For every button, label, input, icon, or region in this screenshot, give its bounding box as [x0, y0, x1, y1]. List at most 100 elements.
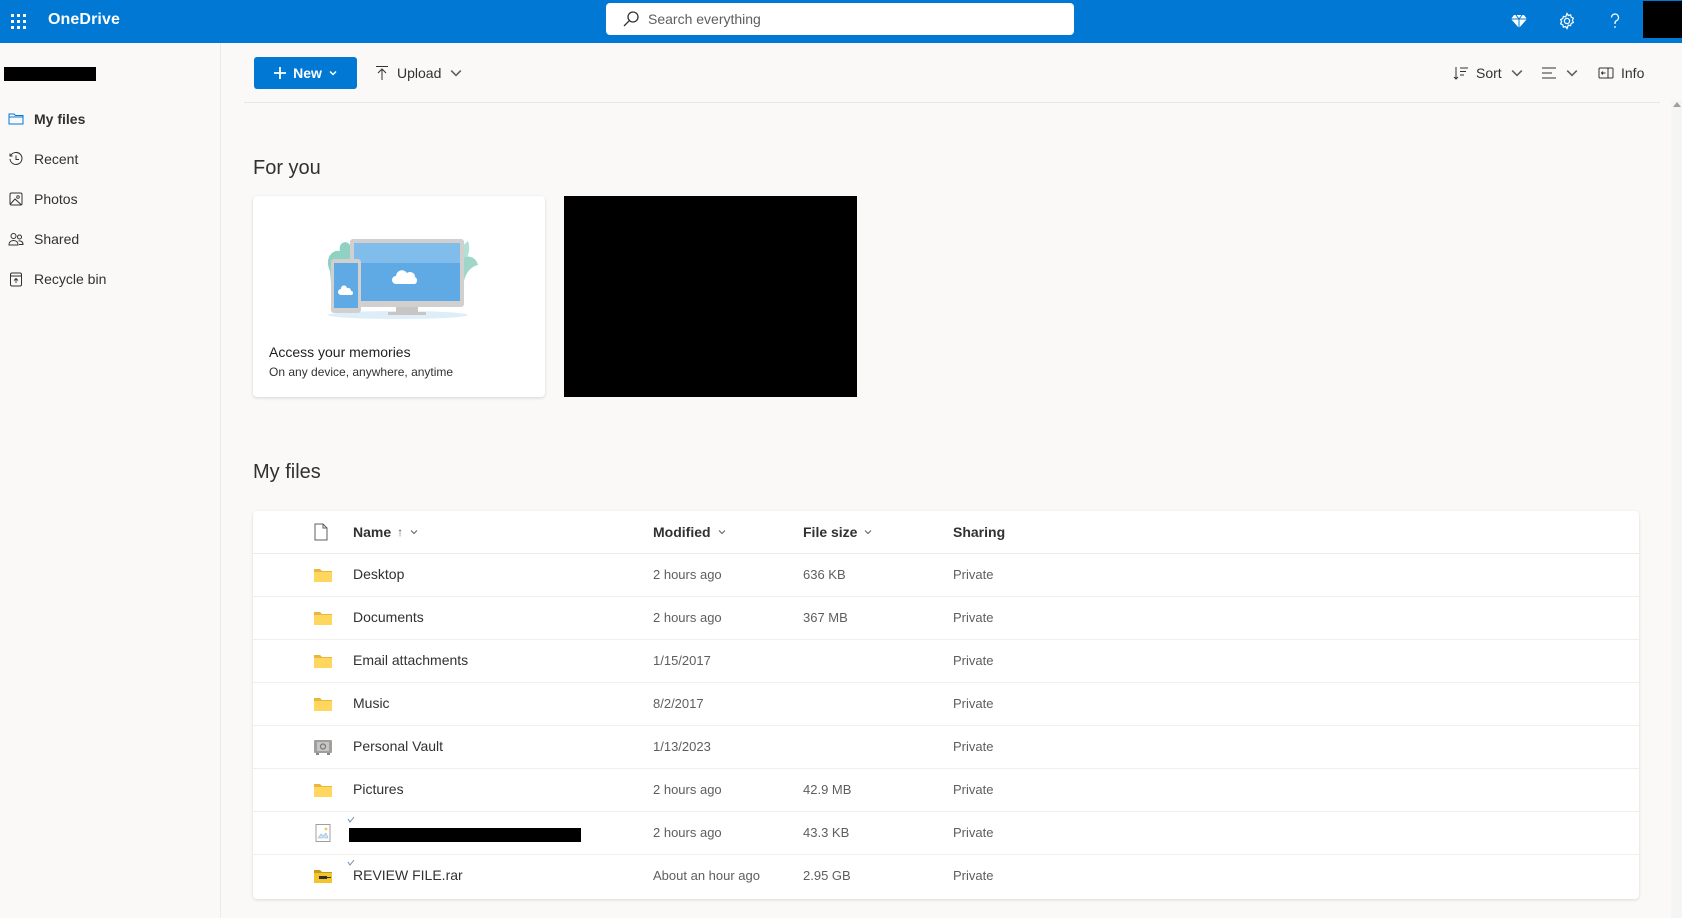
new-button[interactable]: New [254, 57, 357, 89]
sort-button[interactable]: Sort [1453, 57, 1525, 89]
sharing-status: Private [953, 653, 994, 668]
file-name[interactable]: Personal Vault [353, 738, 443, 754]
table-row[interactable]: Email attachments 1/15/2017 Private [253, 640, 1639, 683]
table-row[interactable]: REVIEW FILE.rar About an hour ago 2.95 GB P… [253, 855, 1639, 898]
chevron-down-icon [718, 530, 725, 535]
column-header-file-size[interactable]: File size [803, 524, 873, 540]
folder-icon [314, 655, 332, 668]
file-name[interactable]: Music [353, 695, 390, 711]
upload-button[interactable]: Upload [374, 57, 464, 89]
modified-date: About an hour ago [653, 868, 760, 883]
sync-status-icon [347, 859, 355, 866]
scroll-up-arrow-icon[interactable] [1673, 102, 1681, 107]
sharing-status: Private [953, 567, 994, 582]
sharing-status: Private [953, 739, 994, 754]
list-view-icon [1542, 67, 1556, 79]
sidebar-item-label: Photos [34, 191, 78, 207]
file-size: 636 KB [803, 567, 846, 582]
chevron-down-icon [1511, 70, 1523, 77]
file-name[interactable]: Pictures [353, 781, 404, 797]
modified-date: 2 hours ago [653, 610, 722, 625]
chevron-down-icon [1566, 70, 1578, 77]
file-name[interactable]: REVIEW FILE.rar [353, 867, 463, 883]
sidebar-item-label: My files [34, 111, 86, 127]
chevron-down-icon [865, 530, 872, 535]
sidebar-item-label: Shared [34, 231, 80, 247]
command-bar-divider [244, 102, 1660, 103]
column-header-modified[interactable]: Modified [653, 524, 727, 540]
table-row[interactable]: 2 hours ago 43.3 KB Private [253, 812, 1639, 855]
vertical-scrollbar[interactable] [1671, 100, 1682, 918]
search-input[interactable] [648, 11, 1048, 27]
modified-date: 2 hours ago [653, 567, 722, 582]
sharing-status: Private [953, 868, 994, 883]
files-table: Name ↑ Modified File size Sharing Deskto… [253, 511, 1639, 899]
info-button[interactable]: Info [1598, 57, 1644, 89]
photo-icon [9, 192, 23, 206]
sidebar-item-recent[interactable]: Recent [0, 141, 220, 177]
clock-icon [9, 152, 23, 165]
column-header-label: Name [353, 524, 392, 540]
devices-cloud-illustration [327, 239, 478, 319]
chevron-down-icon [329, 70, 337, 76]
column-header-name[interactable]: Name ↑ [353, 524, 419, 540]
column-header-sharing[interactable]: Sharing [953, 524, 1005, 540]
memories-card[interactable]: Access your memories On any device, anyw… [253, 196, 545, 397]
user-name [4, 67, 96, 81]
redacted-photo-card[interactable] [564, 196, 857, 397]
account-avatar[interactable] [1643, 1, 1682, 38]
file-type-icon[interactable] [314, 523, 328, 541]
image-file-icon [315, 824, 331, 842]
sidebar-item-label: Recent [34, 151, 79, 167]
info-button-label: Info [1621, 65, 1645, 81]
top-bar: OneDrive [0, 0, 1682, 43]
sidebar: My files Recent Photos Shared Recycle bi… [0, 43, 221, 918]
search-box[interactable] [606, 3, 1074, 35]
card-title: Access your memories [269, 344, 411, 360]
personal-vault-icon [314, 740, 332, 755]
help-icon[interactable] [1602, 8, 1628, 34]
card-subtitle: On any device, anywhere, anytime [269, 365, 454, 379]
info-pane-icon [1598, 67, 1614, 79]
premium-diamond-icon[interactable] [1506, 8, 1532, 34]
folder-icon [314, 698, 332, 711]
command-bar: New Upload Sort Info [246, 56, 1666, 92]
settings-gear-icon[interactable] [1554, 8, 1580, 34]
file-name[interactable]: Desktop [353, 566, 404, 582]
sort-button-label: Sort [1476, 65, 1502, 81]
file-name[interactable]: Documents [353, 609, 424, 625]
chevron-down-icon [451, 70, 462, 77]
for-you-heading: For you [253, 157, 321, 179]
folder-icon [314, 784, 332, 797]
sharing-status: Private [953, 696, 994, 711]
sidebar-item-recycle-bin[interactable]: Recycle bin [0, 261, 220, 297]
table-row[interactable]: Personal Vault 1/13/2023 Private [253, 726, 1639, 769]
folder-icon [314, 569, 332, 582]
search-icon [623, 11, 639, 27]
file-size: 2.95 GB [803, 868, 851, 883]
table-row[interactable]: Music 8/2/2017 Private [253, 683, 1639, 726]
sidebar-item-shared[interactable]: Shared [0, 221, 220, 257]
modified-date: 2 hours ago [653, 782, 722, 797]
new-button-label: New [293, 65, 322, 81]
app-launcher-icon[interactable] [6, 9, 32, 35]
redacted-file-name[interactable] [349, 828, 581, 842]
sidebar-item-photos[interactable]: Photos [0, 181, 220, 217]
file-name[interactable]: Email attachments [353, 652, 468, 668]
chevron-down-icon [410, 530, 418, 535]
sync-status-icon [347, 816, 355, 823]
upload-icon [376, 66, 388, 80]
table-row[interactable]: Pictures 2 hours ago 42.9 MB Private [253, 769, 1639, 812]
recycle-bin-icon [10, 272, 22, 287]
sidebar-item-my-files[interactable]: My files [0, 101, 220, 137]
folder-icon [314, 612, 332, 625]
file-size: 43.3 KB [803, 825, 850, 840]
view-options-button[interactable] [1541, 57, 1580, 89]
table-row[interactable]: Desktop 2 hours ago 636 KB Private [253, 554, 1639, 597]
app-title[interactable]: OneDrive [48, 11, 120, 29]
modified-date: 2 hours ago [653, 825, 722, 840]
column-header-label: Modified [653, 524, 711, 540]
archive-file-icon [314, 870, 332, 883]
table-row[interactable]: Documents 2 hours ago 367 MB Private [253, 597, 1639, 640]
file-size: 42.9 MB [803, 782, 852, 797]
